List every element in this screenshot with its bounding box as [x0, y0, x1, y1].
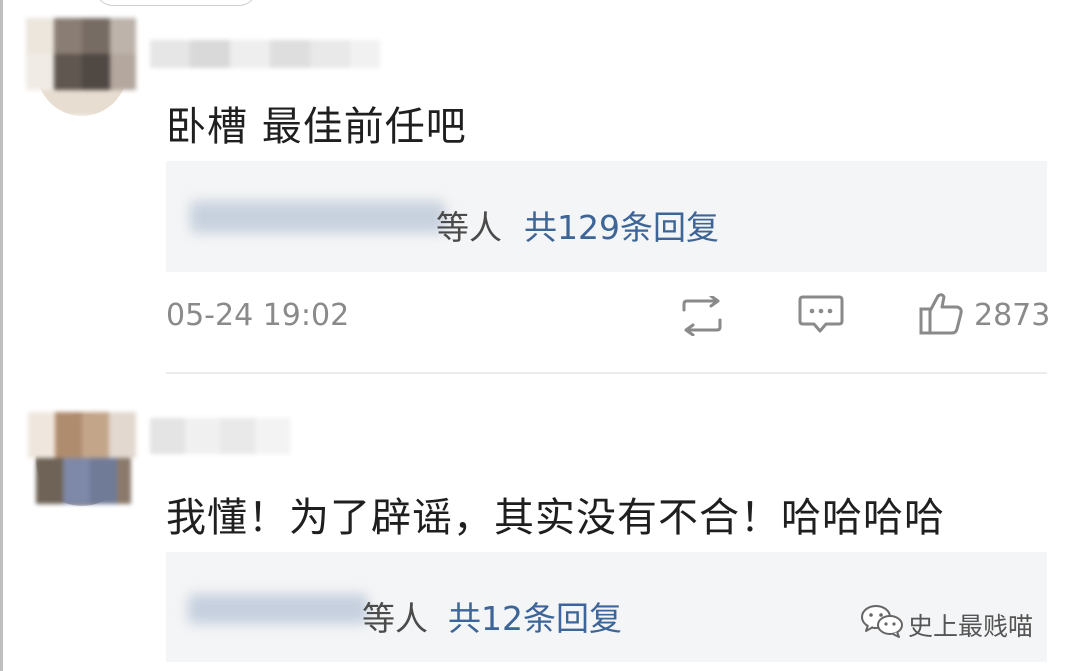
avatar-mosaic	[28, 412, 136, 504]
watermark-text: 史上最贱喵	[908, 612, 1034, 641]
like-count: 2873	[974, 298, 1051, 333]
username[interactable]	[150, 418, 290, 454]
left-edge-bar	[0, 0, 3, 671]
reply-preview[interactable]: 等人 共129条回复	[166, 161, 1047, 272]
timestamp: 05-24 19:02	[166, 298, 350, 333]
comment-text: 卧槽 最佳前任吧	[166, 104, 467, 150]
comment-divider	[166, 372, 1047, 374]
like-icon[interactable]	[918, 292, 964, 336]
comment-text: 我懂！为了辟谣，其实没有不合！哈哈哈哈	[166, 495, 945, 541]
reply-count-link[interactable]: 共129条回复	[524, 201, 719, 249]
wechat-icon	[860, 603, 904, 639]
avatar-mosaic	[26, 18, 136, 90]
repost-icon[interactable]	[678, 296, 726, 336]
reply-username-blurred	[190, 201, 445, 233]
reply-suffix: 等人	[436, 208, 502, 247]
reply-username-blurred	[188, 594, 368, 624]
reply-suffix: 等人	[362, 599, 428, 638]
reply-count-link[interactable]: 共12条回复	[448, 592, 622, 640]
username[interactable]	[150, 40, 380, 68]
comment-icon[interactable]	[798, 294, 844, 336]
previous-element-edge	[95, 0, 257, 6]
